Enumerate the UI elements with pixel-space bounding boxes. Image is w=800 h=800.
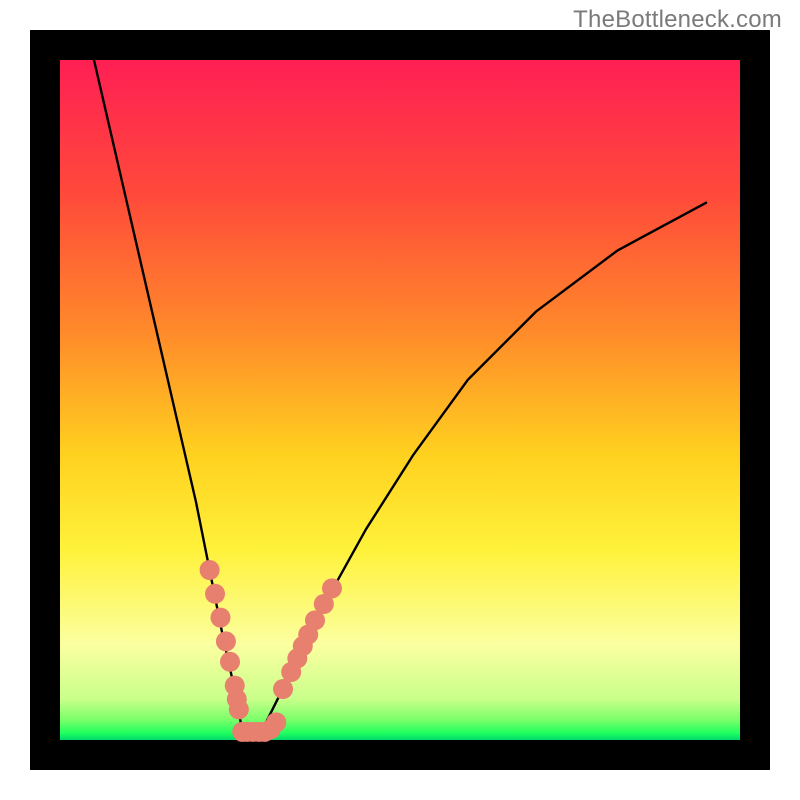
highlight-dot [322, 578, 342, 598]
highlight-dot [273, 679, 293, 699]
highlight-dot [220, 652, 240, 672]
highlight-dot [229, 699, 249, 719]
highlight-dot [210, 608, 230, 628]
chart-background-gradient [60, 60, 740, 740]
highlight-dot [200, 560, 220, 580]
highlight-dot [216, 631, 236, 651]
highlight-dot [205, 584, 225, 604]
bottleneck-chart [30, 30, 770, 770]
chart-container: { "watermark": "TheBottleneck.com", "cha… [0, 0, 800, 800]
highlight-dot [266, 712, 286, 732]
